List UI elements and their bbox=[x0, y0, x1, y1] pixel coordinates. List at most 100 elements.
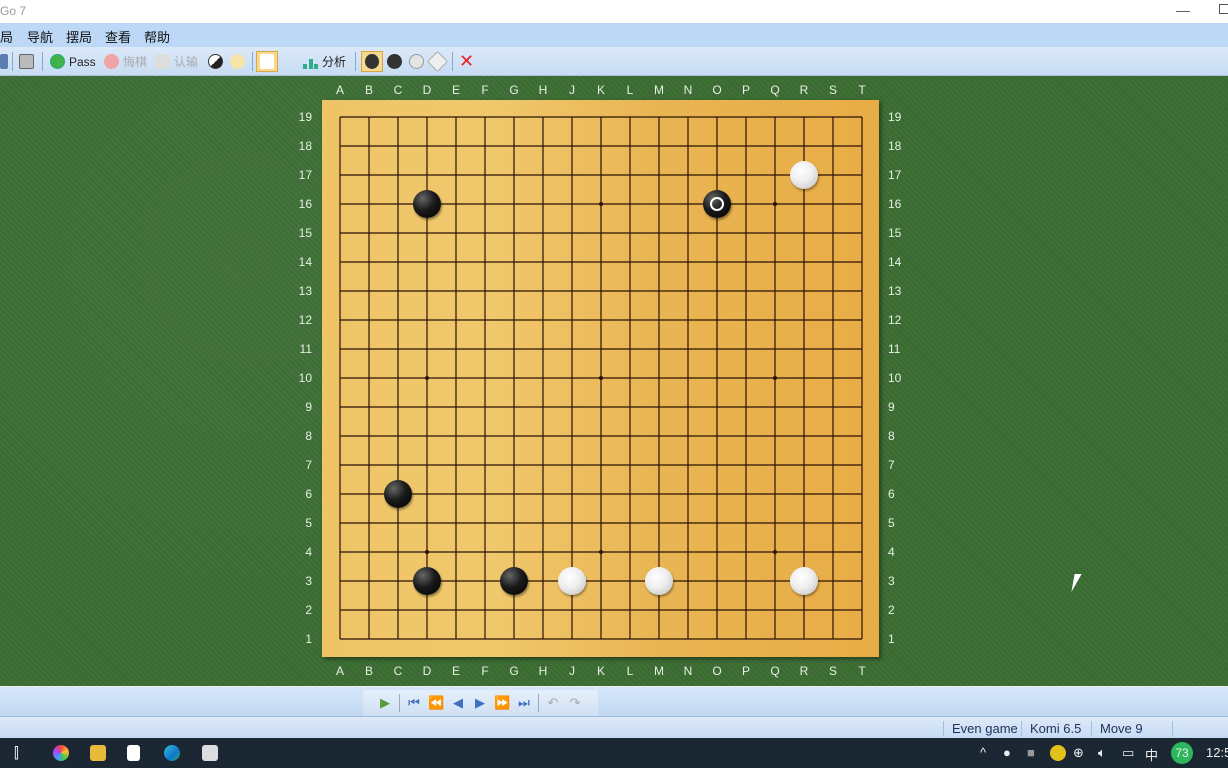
column-label: O bbox=[712, 664, 722, 678]
row-label: 1 bbox=[305, 632, 312, 646]
column-label: F bbox=[481, 83, 489, 97]
clock[interactable]: 12:5 bbox=[1206, 745, 1228, 760]
black-stone bbox=[413, 567, 441, 595]
analyze-label: 分析 bbox=[322, 55, 347, 69]
black-stone bbox=[413, 190, 441, 218]
row-label: 15 bbox=[298, 226, 312, 240]
column-label: R bbox=[799, 83, 809, 97]
undo-button[interactable]: 悔棋 bbox=[104, 51, 147, 72]
star-point bbox=[599, 376, 603, 380]
play-button[interactable]: ▶ bbox=[377, 695, 393, 711]
plus-app-icon[interactable] bbox=[1050, 745, 1066, 761]
next-move-button[interactable]: ▶ bbox=[472, 695, 488, 711]
browser-icon[interactable] bbox=[53, 745, 69, 761]
no-entry-icon bbox=[104, 54, 119, 69]
column-label: J bbox=[569, 83, 575, 97]
star-point bbox=[425, 376, 429, 380]
tray-expand-icon[interactable]: ^ bbox=[980, 745, 986, 760]
flag-icon bbox=[155, 54, 170, 69]
hint-button[interactable] bbox=[230, 51, 249, 72]
minimize-button[interactable]: — bbox=[1176, 2, 1190, 18]
menu-game[interactable]: 局 bbox=[0, 27, 13, 46]
row-label: 10 bbox=[298, 371, 312, 385]
print-button[interactable] bbox=[19, 51, 38, 72]
redo-variation-button[interactable]: ↷ bbox=[567, 695, 583, 711]
column-label: A bbox=[335, 83, 344, 97]
title-bar: Go 7 — bbox=[0, 0, 1228, 23]
column-label: H bbox=[538, 83, 548, 97]
row-label: 4 bbox=[888, 545, 895, 559]
column-label: D bbox=[422, 664, 432, 678]
board-view-toggle[interactable] bbox=[256, 51, 278, 72]
pass-label: Pass bbox=[69, 54, 96, 69]
display-icon[interactable]: ■ bbox=[1027, 745, 1035, 760]
column-label: N bbox=[683, 83, 693, 97]
row-label: 11 bbox=[299, 342, 312, 356]
first-move-button[interactable]: ⏮ bbox=[406, 695, 422, 711]
column-label: F bbox=[481, 664, 489, 678]
white-stone bbox=[645, 567, 673, 595]
column-label: J bbox=[569, 664, 575, 678]
column-label: B bbox=[364, 664, 373, 678]
column-label: S bbox=[828, 664, 837, 678]
black-stone bbox=[384, 480, 412, 508]
go-board[interactable] bbox=[322, 100, 879, 657]
menu-view[interactable]: 查看 bbox=[105, 27, 131, 46]
column-label: P bbox=[741, 83, 750, 97]
edge-icon[interactable] bbox=[164, 745, 180, 761]
star-point bbox=[599, 550, 603, 554]
last-move-marker bbox=[710, 197, 724, 211]
add-black-button[interactable] bbox=[387, 51, 406, 72]
status-game-type: Even game bbox=[943, 721, 1026, 736]
bookmark-app-icon[interactable] bbox=[127, 745, 140, 761]
menu-setup[interactable]: 摆局 bbox=[66, 27, 92, 46]
check-icon bbox=[50, 54, 65, 69]
row-label: 8 bbox=[888, 429, 895, 443]
star-point bbox=[773, 376, 777, 380]
stones-icon bbox=[365, 54, 379, 69]
row-label: 13 bbox=[298, 284, 312, 298]
qq-icon[interactable]: ● bbox=[1003, 745, 1011, 760]
column-label: C bbox=[393, 83, 403, 97]
add-white-button[interactable] bbox=[409, 51, 428, 72]
score-button[interactable] bbox=[208, 51, 227, 72]
status-komi: Komi 6.5 bbox=[1021, 721, 1089, 736]
white-stone bbox=[790, 161, 818, 189]
task-view-icon[interactable]: ⫿ bbox=[14, 745, 19, 762]
row-label: 15 bbox=[888, 226, 902, 240]
column-label: C bbox=[393, 664, 403, 678]
resign-label: 认输 bbox=[174, 55, 199, 69]
pass-button[interactable]: Pass bbox=[50, 51, 96, 72]
erase-button[interactable] bbox=[426, 50, 449, 73]
resign-button[interactable]: 认输 bbox=[155, 51, 198, 72]
maximize-button[interactable] bbox=[1219, 4, 1228, 14]
row-label: 14 bbox=[888, 255, 902, 269]
battery-icon[interactable]: ▭ bbox=[1122, 745, 1134, 761]
file-explorer-icon[interactable] bbox=[90, 745, 106, 761]
ime-indicator[interactable]: 中 bbox=[1145, 745, 1158, 764]
back-ten-button[interactable]: ⏪ bbox=[428, 695, 444, 711]
previous-move-button[interactable]: ◀ bbox=[450, 695, 466, 711]
menu-navigate[interactable]: 导航 bbox=[27, 27, 53, 46]
last-move-button[interactable]: ⏭ bbox=[516, 695, 532, 711]
analyze-button[interactable]: 分析 bbox=[303, 51, 346, 72]
column-label: T bbox=[858, 664, 866, 678]
column-label: T bbox=[858, 83, 866, 97]
menu-help[interactable]: 帮助 bbox=[144, 27, 170, 46]
column-label: L bbox=[626, 664, 634, 678]
star-point bbox=[599, 202, 603, 206]
save-button[interactable] bbox=[0, 51, 12, 72]
navigation-toolbar: ▶ ⏮ ⏪ ◀ ▶ ⏩ ⏭ ↶ ↷ bbox=[363, 690, 598, 716]
forward-ten-button[interactable]: ⏩ bbox=[494, 695, 510, 711]
play-mode-toggle[interactable] bbox=[361, 51, 383, 72]
close-game-button[interactable]: ✕ bbox=[459, 51, 474, 72]
row-label: 3 bbox=[305, 574, 312, 588]
go-app-icon[interactable] bbox=[202, 745, 218, 761]
volume-icon[interactable]: 🔈︎ bbox=[1098, 745, 1106, 761]
network-icon[interactable]: ⊕ bbox=[1073, 745, 1084, 761]
white-stone bbox=[790, 567, 818, 595]
window-title: Go 7 bbox=[0, 4, 27, 18]
row-label: 6 bbox=[888, 487, 895, 501]
undo-variation-button[interactable]: ↶ bbox=[545, 695, 561, 711]
badge-73[interactable]: 73 bbox=[1171, 742, 1193, 764]
